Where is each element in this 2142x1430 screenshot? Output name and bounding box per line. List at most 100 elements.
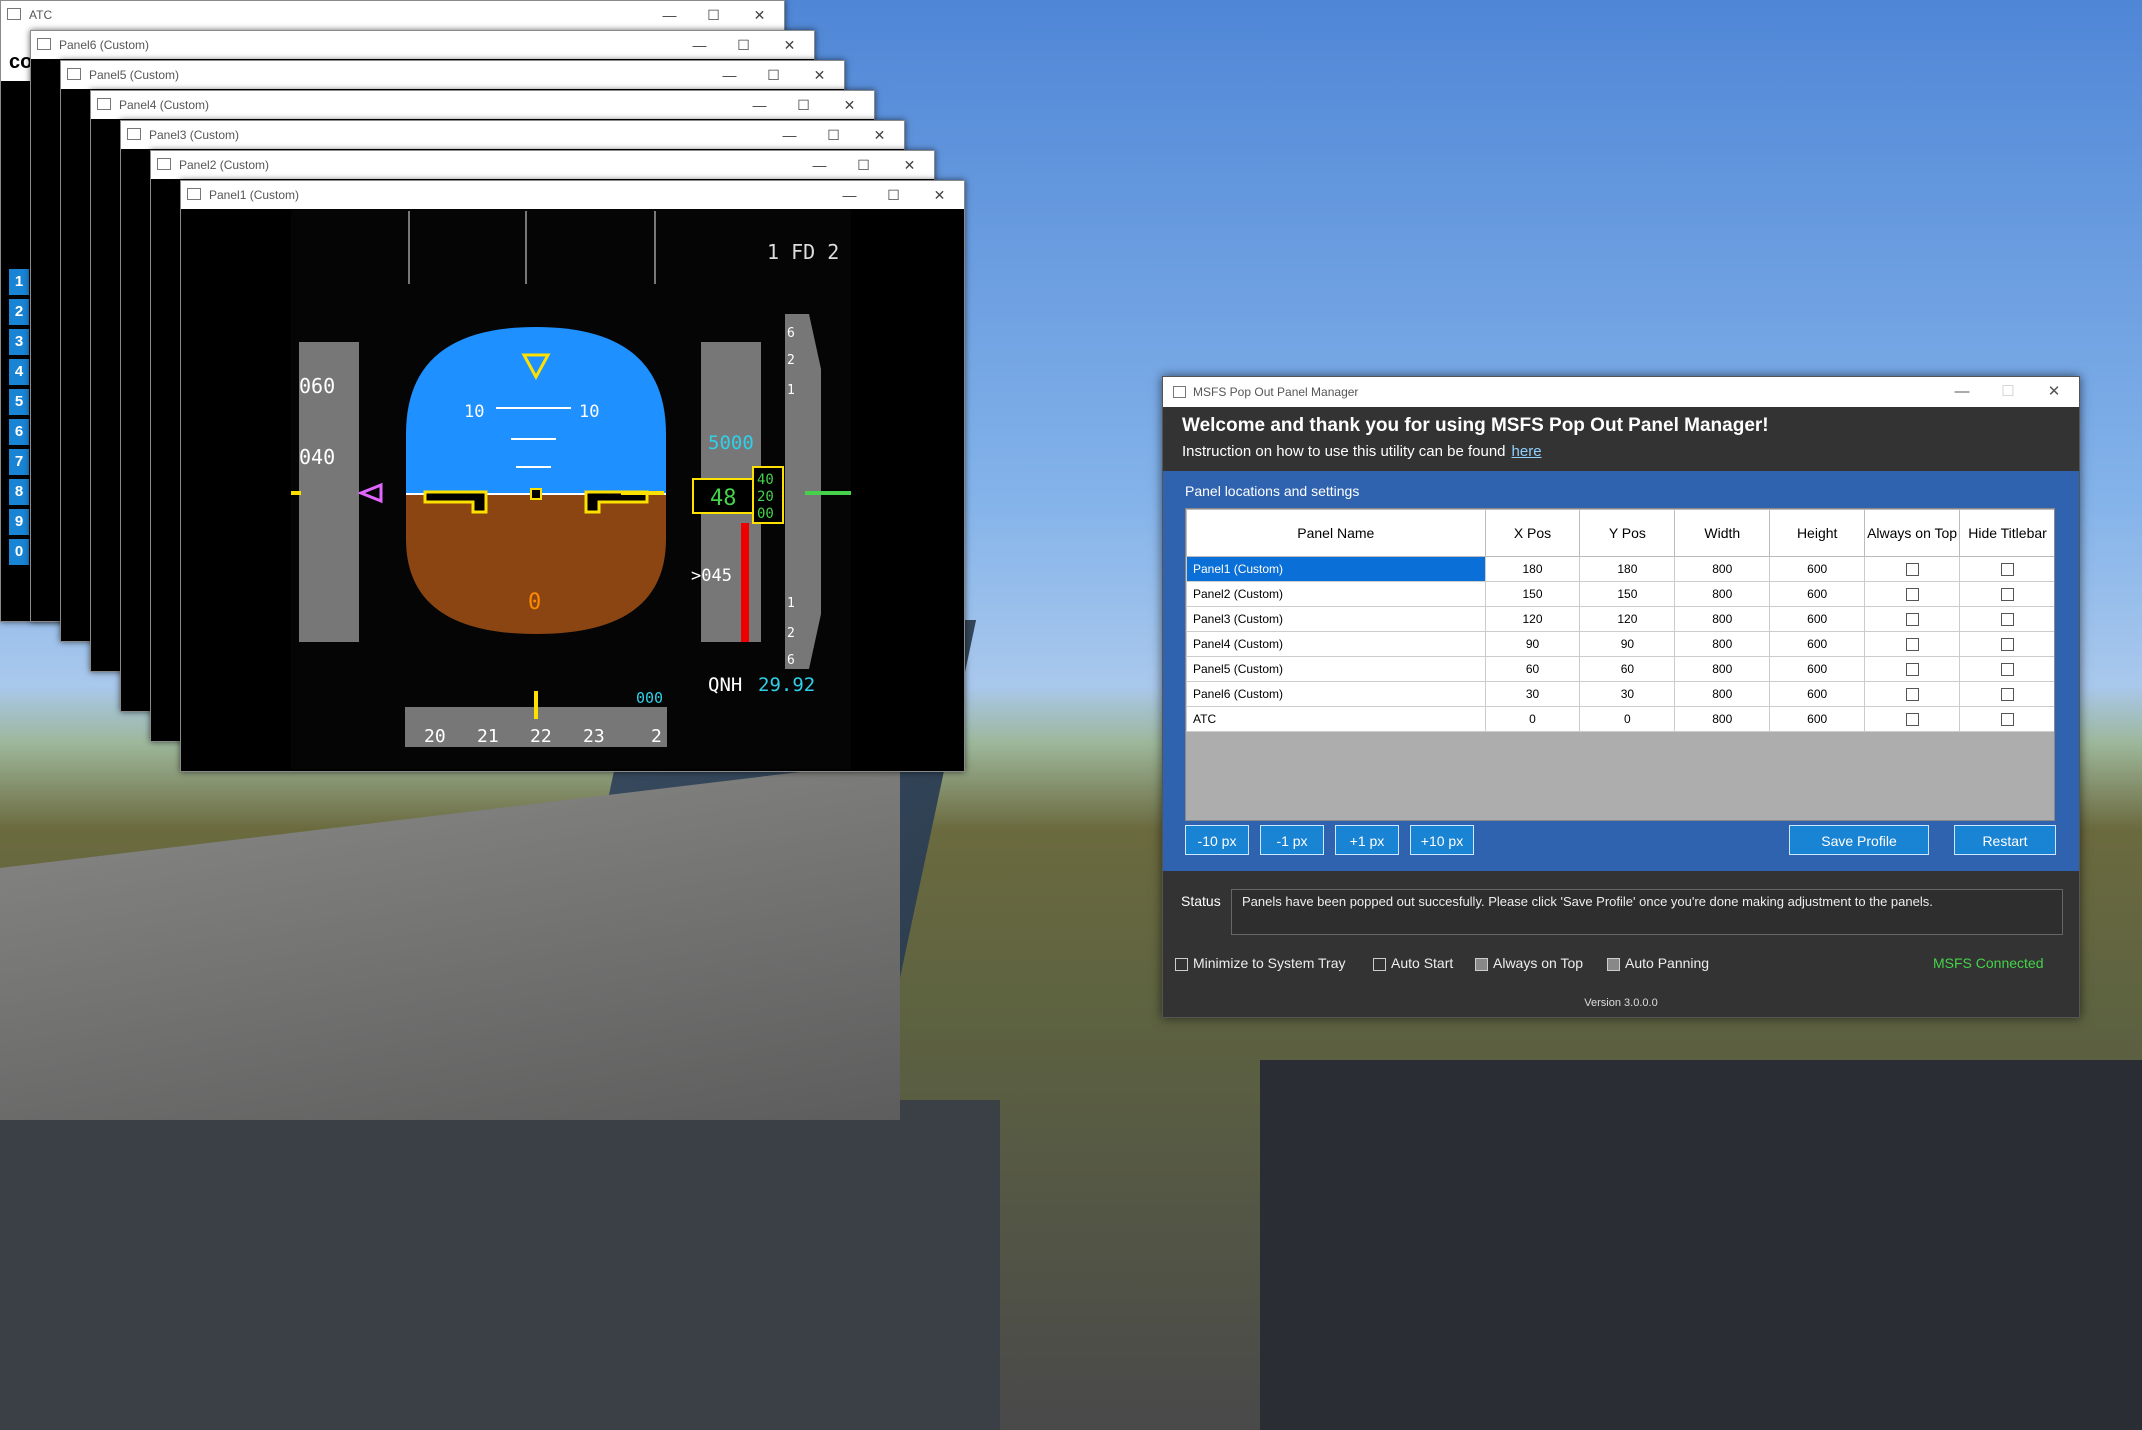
- maximize-button[interactable]: ☐: [811, 121, 856, 149]
- panel-manager-window[interactable]: MSFS Pop Out Panel Manager — ☐ ✕ Welcome…: [1162, 376, 2080, 1018]
- panel-name-cell[interactable]: Panel1 (Custom): [1186, 556, 1486, 582]
- always-on-top-checkbox[interactable]: [1905, 663, 1919, 677]
- instruction-link[interactable]: here: [1512, 443, 1542, 460]
- column-header-x-pos[interactable]: X Pos: [1484, 509, 1581, 557]
- auto-start-checkbox[interactable]: [1373, 957, 1386, 971]
- minimize-button[interactable]: —: [1939, 377, 1985, 407]
- minus-10px-button[interactable]: -10 px: [1185, 825, 1249, 855]
- plus-10px-button[interactable]: +10 px: [1410, 825, 1474, 855]
- hide-titlebar-checkbox[interactable]: [2001, 688, 2015, 702]
- hide-titlebar-checkbox[interactable]: [2001, 663, 2015, 677]
- table-row[interactable]: Panel5 (Custom) 60 60 800 600: [1186, 656, 2054, 682]
- close-button[interactable]: ✕: [887, 151, 932, 179]
- width-cell[interactable]: 800: [1674, 681, 1771, 707]
- column-header-panel-name[interactable]: Panel Name: [1186, 509, 1486, 557]
- height-cell[interactable]: 600: [1769, 631, 1866, 657]
- x-pos-cell[interactable]: 120: [1484, 606, 1581, 632]
- width-cell[interactable]: 800: [1674, 706, 1771, 732]
- table-row[interactable]: Panel2 (Custom) 150 150 800 600: [1186, 581, 2054, 607]
- table-row[interactable]: Panel3 (Custom) 120 120 800 600: [1186, 606, 2054, 632]
- height-cell[interactable]: 600: [1769, 556, 1866, 582]
- minimize-button[interactable]: —: [737, 91, 782, 119]
- always-on-top-checkbox[interactable]: [1905, 563, 1919, 577]
- panel5-titlebar[interactable]: Panel5 (Custom) — ☐ ✕: [61, 61, 844, 89]
- panel1-window[interactable]: Panel1 (Custom) — ☐ ✕ 1 FD 2 060 040 10 …: [180, 180, 965, 772]
- atc-num-3[interactable]: 3: [9, 329, 29, 355]
- y-pos-cell[interactable]: 60: [1579, 656, 1676, 682]
- y-pos-cell[interactable]: 30: [1579, 681, 1676, 707]
- always-on-top-checkbox[interactable]: [1905, 688, 1919, 702]
- atc-num-8[interactable]: 8: [9, 479, 29, 505]
- minimize-button[interactable]: —: [827, 181, 872, 209]
- panel-name-cell[interactable]: Panel4 (Custom): [1186, 631, 1486, 657]
- maximize-button[interactable]: ☐: [721, 31, 766, 59]
- always-on-top-checkbox[interactable]: [1905, 588, 1919, 602]
- close-button[interactable]: ✕: [827, 91, 872, 119]
- width-cell[interactable]: 800: [1674, 581, 1771, 607]
- table-row[interactable]: Panel4 (Custom) 90 90 800 600: [1186, 631, 2054, 657]
- minimize-button[interactable]: —: [647, 1, 692, 29]
- minimize-button[interactable]: —: [707, 61, 752, 89]
- close-button[interactable]: ✕: [797, 61, 842, 89]
- plus-1px-button[interactable]: +1 px: [1335, 825, 1399, 855]
- column-header-width[interactable]: Width: [1674, 509, 1771, 557]
- table-row[interactable]: Panel1 (Custom) 180 180 800 600: [1186, 556, 2054, 582]
- panel-name-cell[interactable]: Panel2 (Custom): [1186, 581, 1486, 607]
- close-button[interactable]: ✕: [917, 181, 962, 209]
- panel3-titlebar[interactable]: Panel3 (Custom) — ☐ ✕: [121, 121, 904, 149]
- minimize-to-tray-checkbox[interactable]: [1175, 957, 1188, 971]
- always-on-top-checkbox[interactable]: [1905, 713, 1919, 727]
- always-on-top-checkbox[interactable]: [1905, 613, 1919, 627]
- minimize-button[interactable]: —: [767, 121, 812, 149]
- width-cell[interactable]: 800: [1674, 656, 1771, 682]
- column-header-y-pos[interactable]: Y Pos: [1579, 509, 1676, 557]
- panel-name-cell[interactable]: Panel3 (Custom): [1186, 606, 1486, 632]
- y-pos-cell[interactable]: 150: [1579, 581, 1676, 607]
- panel1-titlebar[interactable]: Panel1 (Custom) — ☐ ✕: [181, 181, 964, 209]
- panel-name-cell[interactable]: Panel5 (Custom): [1186, 656, 1486, 682]
- column-header-always-on-top[interactable]: Always on Top: [1864, 509, 1961, 557]
- minimize-to-tray-option[interactable]: Minimize to System Tray: [1175, 955, 1345, 971]
- panel-name-cell[interactable]: ATC: [1186, 706, 1486, 732]
- always-on-top-checkbox[interactable]: [1475, 957, 1488, 971]
- table-row[interactable]: Panel6 (Custom) 30 30 800 600: [1186, 681, 2054, 707]
- x-pos-cell[interactable]: 60: [1484, 656, 1581, 682]
- x-pos-cell[interactable]: 90: [1484, 631, 1581, 657]
- width-cell[interactable]: 800: [1674, 631, 1771, 657]
- auto-panning-option[interactable]: Auto Panning: [1607, 955, 1709, 971]
- manager-titlebar[interactable]: MSFS Pop Out Panel Manager — ☐ ✕: [1163, 377, 2079, 407]
- height-cell[interactable]: 600: [1769, 606, 1866, 632]
- maximize-button[interactable]: ☐: [841, 151, 886, 179]
- hide-titlebar-checkbox[interactable]: [2001, 638, 2015, 652]
- x-pos-cell[interactable]: 30: [1484, 681, 1581, 707]
- maximize-button[interactable]: ☐: [691, 1, 736, 29]
- minus-1px-button[interactable]: -1 px: [1260, 825, 1324, 855]
- x-pos-cell[interactable]: 150: [1484, 581, 1581, 607]
- maximize-button[interactable]: ☐: [781, 91, 826, 119]
- always-on-top-option[interactable]: Always on Top: [1475, 955, 1583, 971]
- height-cell[interactable]: 600: [1769, 581, 1866, 607]
- y-pos-cell[interactable]: 90: [1579, 631, 1676, 657]
- height-cell[interactable]: 600: [1769, 706, 1866, 732]
- panel-grid[interactable]: Panel Name X Pos Y Pos Width Height Alwa…: [1185, 508, 2055, 821]
- atc-num-2[interactable]: 2: [9, 299, 29, 325]
- column-header-hide-titlebar[interactable]: Hide Titlebar: [1959, 509, 2054, 557]
- minimize-button[interactable]: —: [677, 31, 722, 59]
- close-button[interactable]: ✕: [857, 121, 902, 149]
- atc-num-0[interactable]: 0: [9, 539, 29, 565]
- column-header-height[interactable]: Height: [1769, 509, 1866, 557]
- panel4-titlebar[interactable]: Panel4 (Custom) — ☐ ✕: [91, 91, 874, 119]
- panel6-titlebar[interactable]: Panel6 (Custom) — ☐ ✕: [31, 31, 814, 59]
- auto-start-option[interactable]: Auto Start: [1373, 955, 1453, 971]
- y-pos-cell[interactable]: 0: [1579, 706, 1676, 732]
- hide-titlebar-checkbox[interactable]: [2001, 588, 2015, 602]
- height-cell[interactable]: 600: [1769, 656, 1866, 682]
- atc-num-6[interactable]: 6: [9, 419, 29, 445]
- hide-titlebar-checkbox[interactable]: [2001, 713, 2015, 727]
- atc-titlebar[interactable]: ATC — ☐ ✕: [1, 1, 784, 29]
- maximize-button[interactable]: ☐: [751, 61, 796, 89]
- height-cell[interactable]: 600: [1769, 681, 1866, 707]
- panel2-titlebar[interactable]: Panel2 (Custom) — ☐ ✕: [151, 151, 934, 179]
- hide-titlebar-checkbox[interactable]: [2001, 563, 2015, 577]
- close-button[interactable]: ✕: [737, 1, 782, 29]
